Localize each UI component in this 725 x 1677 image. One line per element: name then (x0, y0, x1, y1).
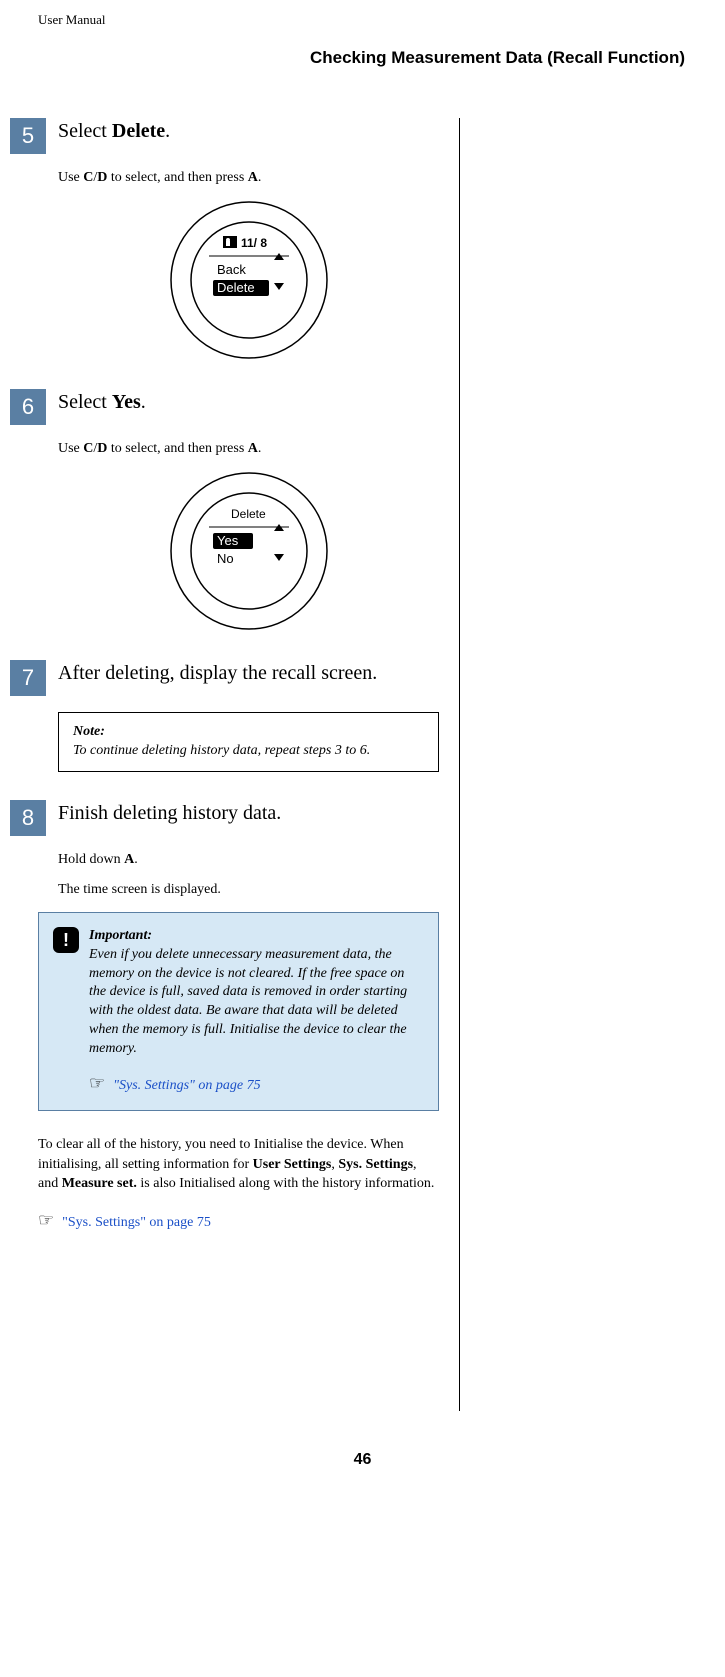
screen-no: No (217, 551, 234, 566)
step-7-number: 7 (10, 660, 46, 696)
page-number: 46 (30, 1451, 695, 1469)
screen-yes: Yes (217, 533, 239, 548)
device-illustration-2: Delete Yes No (169, 471, 329, 631)
step-6-instr-d: D (97, 441, 107, 456)
important-ref-text: "Sys. Settings" on page 75 (113, 1077, 260, 1096)
important-body: Even if you delete unnecessary measureme… (89, 946, 422, 1059)
step-6-title-bold: Yes (112, 391, 141, 413)
step-6-instr-c: C (83, 441, 93, 456)
step-6-instr-post: . (258, 441, 262, 456)
step-7-header: 7 After deleting, display the recall scr… (30, 660, 439, 696)
device-illustration: 11/ 8 Back Delete (169, 200, 329, 360)
step-5-instr-a: A (248, 170, 258, 185)
step-8-instr-a: A (124, 852, 134, 867)
closing-post: is also Initialised along with the histo… (137, 1176, 434, 1191)
step-5-number: 5 (10, 118, 46, 154)
closing-b2: Sys. Settings (338, 1157, 413, 1172)
step-8-instr-pre: Hold down (58, 852, 124, 867)
step-6-header: 6 Select Yes. (30, 389, 439, 425)
step-5-instr-c: C (83, 170, 93, 185)
step-5-title: Select Delete. (58, 118, 170, 143)
step-8-instruction: Hold down A. (58, 852, 439, 868)
closing-b1: User Settings (253, 1157, 332, 1172)
important-label: Important: (89, 927, 422, 946)
step-5-device-diagram: 11/ 8 Back Delete (58, 200, 439, 365)
step-8-header: 8 Finish deleting history data. (30, 800, 439, 836)
step-8-number: 8 (10, 800, 46, 836)
step-6-device-diagram: Delete Yes No (58, 471, 439, 636)
note-label: Note: (73, 723, 424, 742)
screen-header-delete: Delete (231, 507, 266, 521)
step-6-number: 6 (10, 389, 46, 425)
section-title: Checking Measurement Data (Recall Functi… (30, 48, 695, 68)
step-6-title-pre: Select (58, 391, 112, 413)
step-5-instr-pre: Use (58, 170, 83, 185)
step-5-header: 5 Select Delete. (30, 118, 439, 154)
closing-paragraph: To clear all of the history, you need to… (38, 1135, 439, 1194)
step-5-instr-d: D (97, 170, 107, 185)
closing-ref-text: "Sys. Settings" on page 75 (62, 1215, 211, 1231)
header-user-manual: User Manual (38, 12, 695, 28)
screen-date: 11/ 8 (241, 236, 267, 250)
closing-cross-ref[interactable]: ☞ "Sys. Settings" on page 75 (38, 1210, 439, 1231)
note-box: Note: To continue deleting history data,… (58, 712, 439, 772)
important-box: ! Important: Even if you delete unnecess… (38, 912, 439, 1111)
closing-b3: Measure set. (62, 1176, 137, 1191)
content-column: 5 Select Delete. Use C/D to select, and … (30, 118, 460, 1411)
hand-point-icon: ☞ (89, 1071, 105, 1095)
screen-delete: Delete (217, 280, 255, 295)
step-6-instruction: Use C/D to select, and then press A. (58, 441, 439, 457)
step-8-result: The time screen is displayed. (58, 882, 439, 898)
step-5-instr-post: . (258, 170, 262, 185)
step-8-title: Finish deleting history data. (58, 800, 281, 825)
step-6-title: Select Yes. (58, 389, 146, 414)
step-5-title-bold: Delete (112, 120, 165, 142)
step-5-title-pre: Select (58, 120, 112, 142)
step-5-instruction: Use C/D to select, and then press A. (58, 170, 439, 186)
step-5-title-post: . (165, 120, 170, 142)
step-6-instr-a: A (248, 441, 258, 456)
note-body: To continue deleting history data, repea… (73, 742, 424, 761)
hand-point-icon: ☞ (38, 1210, 54, 1231)
step-7-title: After deleting, display the recall scree… (58, 660, 377, 685)
step-6-title-post: . (141, 391, 146, 413)
step-8-instr-post: . (134, 852, 138, 867)
step-6-instr-pre: Use (58, 441, 83, 456)
exclaim-icon: ! (53, 927, 79, 953)
important-cross-ref[interactable]: ☞ "Sys. Settings" on page 75 (89, 1071, 422, 1096)
step-6-instr-mid: to select, and then press (107, 441, 247, 456)
screen-back: Back (217, 262, 246, 277)
step-5-instr-mid: to select, and then press (107, 170, 247, 185)
